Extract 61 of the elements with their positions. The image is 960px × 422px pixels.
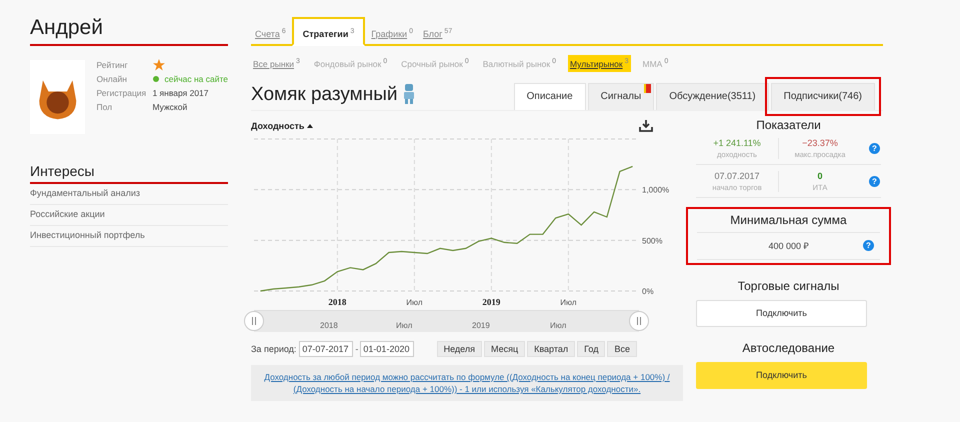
date-field[interactable]: 07-07-2017 [299, 340, 354, 357]
connect-button[interactable]: Подключить [696, 362, 867, 389]
tab[interactable]: Описание [514, 82, 586, 110]
section-title: Показатели [755, 118, 822, 132]
tab[interactable]: Сигналы [588, 82, 654, 110]
axis-label: Июл [406, 298, 423, 307]
sort-link[interactable]: Доходность [251, 120, 314, 131]
field-label: Онлайн [96, 74, 128, 84]
axis-label: 2019 [482, 296, 500, 307]
axis-label: Июл [396, 320, 412, 330]
slider-handle[interactable] [629, 310, 649, 331]
help-icon[interactable]: ? [869, 142, 880, 154]
range-navigator[interactable]: 2018 Июл 2019 Июл [254, 310, 639, 332]
filter-tab[interactable]: Мультирынок $^{3}$ [568, 55, 630, 72]
axis-label: 500% [642, 236, 662, 246]
interest-item[interactable]: Фундаментальный анализ [30, 184, 228, 205]
section-title: Автоследование [741, 340, 836, 355]
axis-label: 2019 [472, 320, 490, 330]
date-field[interactable]: 01-01-2020 [360, 340, 414, 357]
field-value: 1 января 2017 [152, 88, 209, 98]
range-button[interactable]: Год [577, 340, 606, 357]
period-label: За период: [251, 344, 296, 354]
connect-button[interactable]: Подключить [696, 300, 867, 327]
section-title: Минимальная сумма [697, 212, 880, 233]
section-title: Торговые сигналы [736, 278, 840, 293]
range-button[interactable]: Квартал [527, 340, 576, 357]
range-button[interactable]: Месяц [484, 340, 526, 357]
metric-value: +1 241.11% [712, 138, 762, 148]
download-icon [639, 120, 653, 132]
strategy-title: Хомяк разумный [251, 84, 398, 107]
help-icon[interactable]: ? [863, 240, 874, 251]
date-separator: - [355, 344, 358, 354]
tab[interactable]: Счета $^{6}$ [251, 22, 290, 44]
tab[interactable]: Обсуждение(3511) [656, 82, 769, 110]
user-name: Андрей [30, 16, 228, 46]
field-value: Мужской [152, 102, 188, 112]
robot-icon [402, 84, 414, 104]
tab[interactable]: Стратегии $^{3}$ [292, 17, 366, 46]
caret-icon [307, 124, 314, 128]
filter-tab[interactable]: Все рынки $^{3}$ [251, 55, 302, 72]
field-label: Рейтинг [96, 60, 129, 70]
slider-handle[interactable] [244, 310, 264, 331]
help-icon[interactable]: ? [869, 176, 880, 187]
interest-item[interactable]: Российские акции [30, 205, 228, 226]
range-button[interactable]: Неделя [436, 340, 482, 357]
axis-label: 1,000% [642, 186, 670, 194]
range-button[interactable]: Все [607, 340, 637, 357]
minimum-amount: 400 000 ₽ [768, 240, 809, 252]
axis-label: Июл [560, 298, 577, 307]
section-title: Интересы [30, 163, 228, 184]
field-label: Регистрация [96, 88, 148, 98]
axis-label: Июл [550, 320, 566, 330]
axis-label: 0% [642, 286, 654, 296]
metric-value: 0 [816, 170, 824, 181]
field-label: Пол [96, 102, 114, 112]
metric-value: 07.07.2017 [713, 170, 761, 181]
interest-item[interactable]: Инвестиционный портфель [30, 226, 228, 247]
axis-label: 2018 [320, 320, 338, 330]
axis-label: 2018 [328, 296, 346, 307]
metric-value: −23.37% [801, 138, 839, 148]
online-status: сейчас на сайте [164, 74, 228, 84]
